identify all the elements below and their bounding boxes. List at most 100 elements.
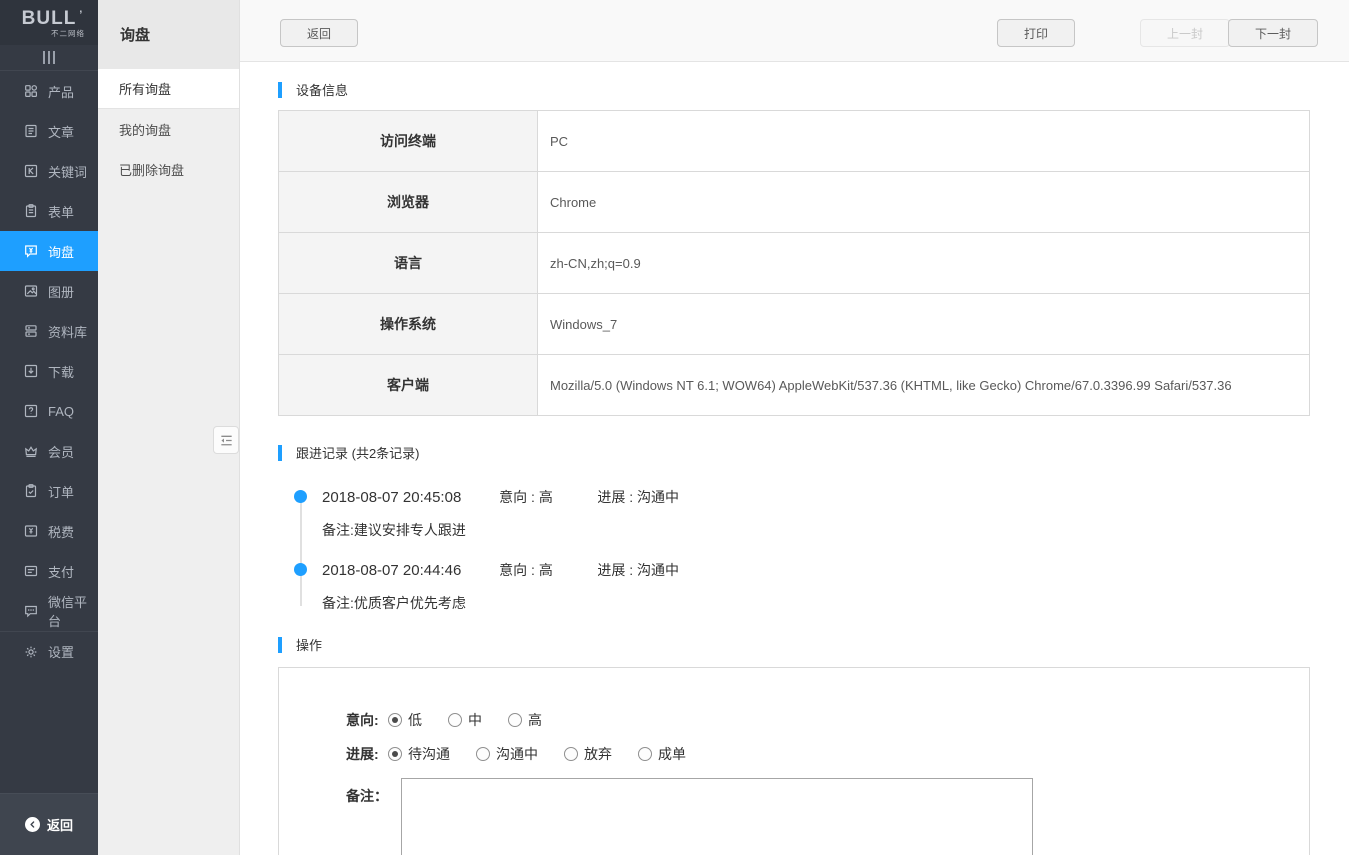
print-button[interactable]: 打印 — [997, 19, 1075, 47]
submenu-collapse-button[interactable] — [213, 426, 239, 454]
radio-icon[interactable] — [508, 713, 522, 727]
radio-option[interactable]: 待沟通 — [388, 744, 450, 764]
sidebar-item[interactable]: 微信平台 — [0, 591, 98, 631]
logo-subtitle: 不二网络 — [51, 28, 85, 39]
order-icon — [23, 483, 39, 499]
faq-icon — [23, 403, 39, 419]
submenu-item-label: 已删除询盘 — [119, 160, 184, 179]
sidebar-back-button[interactable]: 返回 — [0, 793, 98, 855]
radio-option[interactable]: 沟通中 — [476, 744, 538, 764]
sidebar-item[interactable]: 税费 — [0, 511, 98, 551]
radio-option-label: 待沟通 — [408, 744, 450, 764]
note-label: 备注： — [346, 778, 401, 806]
article-icon — [23, 123, 39, 139]
wechat-icon — [23, 603, 39, 619]
sidebar-item-label: 资料库 — [48, 322, 87, 341]
radio-option[interactable]: 放弃 — [564, 744, 612, 764]
radio-icon[interactable] — [564, 747, 578, 761]
operation-panel: 意向: 低 中 — [278, 667, 1310, 855]
sidebar-back-label: 返回 — [47, 815, 73, 834]
sidebar-item[interactable]: 会员 — [0, 431, 98, 471]
follow-up-timeline: 2018-08-07 20:45:08 意向 : 高 进展 : 沟通中 备注:建… — [278, 486, 1310, 613]
settings-icon — [23, 644, 39, 660]
sidebar-item-label: 下载 — [48, 362, 74, 381]
table-row: 访问终端 PC — [279, 111, 1310, 172]
section-marker — [278, 82, 282, 98]
submenu-item[interactable]: 所有询盘 — [98, 69, 239, 109]
radio-icon[interactable] — [638, 747, 652, 761]
radio-option-label: 中 — [468, 710, 482, 730]
record-note: 备注:建议安排专人跟进 — [322, 520, 1310, 540]
section-title: 跟进记录 (共2条记录) — [296, 443, 420, 462]
radio-icon[interactable] — [476, 747, 490, 761]
sidebar-item[interactable]: 设置 — [0, 631, 98, 671]
sidebar-item-label: 订单 — [48, 482, 74, 501]
sidebar-item[interactable]: 产品 — [0, 71, 98, 111]
radio-option[interactable]: 高 — [508, 710, 542, 730]
progress-options: 待沟通 沟通中 放弃 — [388, 744, 712, 764]
radio-icon[interactable] — [388, 747, 402, 761]
album-icon — [23, 283, 39, 299]
timeline-dot-icon — [294, 563, 307, 576]
keyword-icon — [23, 163, 39, 179]
form-icon — [23, 203, 39, 219]
record-time: 2018-08-07 20:45:08 — [322, 487, 495, 509]
sidebar-item-label: 文章 — [48, 122, 74, 141]
intent-options: 低 中 高 — [388, 710, 568, 730]
sidebar-item[interactable]: 订单 — [0, 471, 98, 511]
submenu-item[interactable]: 我的询盘 — [98, 109, 239, 149]
logo-text: BULL — [22, 8, 77, 29]
sidebar-item[interactable]: 表单 — [0, 191, 98, 231]
radio-option-label: 成单 — [658, 744, 686, 764]
device-info-table: 访问终端 PC 浏览器 Chrome 语言 zh-CN,zh;q=0.9 — [278, 110, 1310, 416]
back-button[interactable]: 返回 — [280, 19, 358, 47]
sidebar-item[interactable]: 文章 — [0, 111, 98, 151]
timeline-dot-icon — [294, 490, 307, 503]
download-icon — [23, 363, 39, 379]
sidebar-item[interactable]: 图册 — [0, 271, 98, 311]
radio-icon[interactable] — [388, 713, 402, 727]
radio-option[interactable]: 低 — [388, 710, 422, 730]
progress-radio-row: 进展: 待沟通 沟通中 — [346, 744, 1309, 764]
primary-sidebar: BULL’ 不二网络 产品 文章 关键词 表单 — [0, 0, 98, 855]
device-info-header: 设备信息 — [278, 80, 1310, 99]
menu-fold-icon — [219, 433, 234, 448]
brand-logo: BULL’ 不二网络 — [0, 0, 98, 45]
sidebar-item[interactable]: 询盘 — [0, 231, 98, 271]
sidebar-item-label: 会员 — [48, 442, 74, 461]
submenu-title: 询盘 — [98, 0, 239, 69]
follow-up-header: 跟进记录 (共2条记录) — [278, 443, 1310, 462]
intent-label: 意向: — [346, 710, 388, 730]
sidebar-item[interactable]: FAQ — [0, 391, 98, 431]
timeline-record: 2018-08-07 20:45:08 意向 : 高 进展 : 沟通中 备注:建… — [278, 486, 1310, 540]
record-time: 2018-08-07 20:44:46 — [322, 560, 495, 582]
radio-option[interactable]: 中 — [448, 710, 482, 730]
radio-option-label: 沟通中 — [496, 744, 538, 764]
next-letter-button[interactable]: 下一封 — [1228, 19, 1318, 47]
section-marker — [278, 445, 282, 461]
radio-icon[interactable] — [448, 713, 462, 727]
record-progress: 进展 : 沟通中 — [597, 559, 679, 581]
sidebar-item[interactable]: 支付 — [0, 551, 98, 591]
section-title: 设备信息 — [296, 80, 348, 99]
back-arrow-icon — [25, 817, 40, 832]
detail-content: 设备信息 访问终端 PC 浏览器 Chrome 语言 — [240, 80, 1349, 855]
sidebar-item[interactable]: 下载 — [0, 351, 98, 391]
radio-option-label: 放弃 — [584, 744, 612, 764]
submenu-item[interactable]: 已删除询盘 — [98, 149, 239, 189]
sidebar-item-label: 图册 — [48, 282, 74, 301]
prev-letter-button[interactable]: 上一封 — [1140, 19, 1230, 47]
record-progress: 进展 : 沟通中 — [597, 486, 679, 508]
sidebar-item[interactable]: 关键词 — [0, 151, 98, 191]
submenu-item-label: 所有询盘 — [119, 79, 171, 98]
note-textarea[interactable] — [401, 778, 1033, 855]
timeline-record: 2018-08-07 20:44:46 意向 : 高 进展 : 沟通中 备注:优… — [278, 559, 1310, 613]
sidebar-item[interactable]: 资料库 — [0, 311, 98, 351]
logo-tick: ’ — [79, 6, 83, 24]
sidebar-collapse-toggle[interactable] — [0, 45, 98, 71]
radio-option[interactable]: 成单 — [638, 744, 686, 764]
grid-icon — [23, 83, 39, 99]
toolbar: 返回 打印 上一封 下一封 — [240, 0, 1349, 62]
row-label: 浏览器 — [279, 172, 538, 233]
sidebar-item-label: 支付 — [48, 562, 74, 581]
